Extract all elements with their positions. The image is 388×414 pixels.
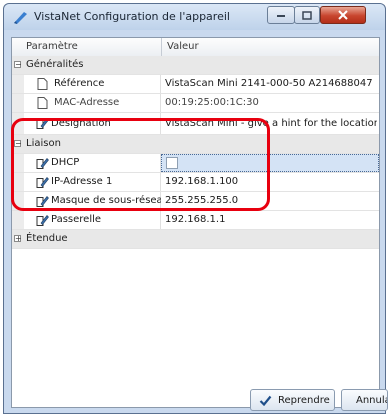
property-value[interactable]: 192.168.1.100 [165,176,377,187]
property-name: IP-Adresse 1 [51,176,113,187]
property-value[interactable]: 255.255.255.0 [165,195,377,206]
category-label: Généralités [26,59,84,70]
config-window: VistaNet Configuration de l'appareil Par… [3,3,386,414]
property-name: Masque de sous-réseau [51,195,161,206]
property-name: MAC-Adresse [54,97,120,108]
property-grid: Paramètre Valeur − Généralités Référence… [11,37,380,408]
category-link[interactable]: − Liaison [12,135,379,154]
column-header-property[interactable]: Paramètre [26,38,78,56]
property-name: DHCP [51,157,80,168]
document-icon [37,97,48,109]
property-name: Désignation [51,118,111,129]
dhcp-value-cell[interactable] [161,154,379,172]
maximize-button[interactable] [294,6,320,24]
app-icon [14,12,27,24]
category-label: Liaison [26,138,61,149]
apply-button[interactable]: Reprendre [250,389,335,411]
edit-icon [36,215,49,226]
minimize-button[interactable] [267,6,295,24]
property-value[interactable]: 192.168.1.1 [165,214,377,225]
row-dhcp[interactable]: DHCP [12,154,379,173]
apply-label: Reprendre [278,394,330,406]
row-gateway[interactable]: Passerelle 192.168.1.1 [12,211,379,230]
property-name: Passerelle [51,214,102,225]
collapse-icon[interactable]: − [14,140,22,148]
edit-icon [36,158,49,169]
row-reference[interactable]: Référence VistaScan Mini 2141-000-50 A21… [12,75,379,94]
property-value: VistaScan Mini 2141-000-50 A214688047 [165,78,373,89]
document-icon [37,78,48,90]
edit-icon [36,196,49,207]
column-divider[interactable] [161,38,162,56]
property-name: Référence [54,78,105,89]
category-label: Étendue [26,233,68,244]
category-extended[interactable]: + Étendue [12,230,379,249]
row-mac-address[interactable]: MAC-Adresse 00:19:25:00:1C:30 [12,94,379,113]
column-header-value[interactable]: Valeur [167,38,199,56]
property-value: 00:19:25:00:1C:30 [165,97,259,108]
cancel-button[interactable]: Annulation [341,389,388,411]
minimize-icon [277,15,285,17]
window-title: VistaNet Configuration de l'appareil [34,10,230,23]
close-button[interactable] [320,6,366,24]
grid-header: Paramètre Valeur [12,38,379,57]
checkmark-icon [259,395,272,406]
edit-icon [36,118,49,129]
cancel-label: Annulation [356,394,387,406]
dhcp-checkbox[interactable] [166,157,178,169]
category-general[interactable]: − Généralités [12,56,379,75]
collapse-icon[interactable]: − [14,61,22,69]
row-designation[interactable]: Désignation VistaScan Mini - give a hint… [12,113,379,135]
maximize-icon [302,10,312,20]
close-icon [338,10,348,20]
title-bar[interactable]: VistaNet Configuration de l'appareil [4,4,385,30]
row-ip-address[interactable]: IP-Adresse 1 192.168.1.100 [12,173,379,192]
row-subnet-mask[interactable]: Masque de sous-réseau 255.255.255.0 [12,192,379,211]
property-value[interactable]: VistaScan Mini - give a hint for the loc… [165,118,377,129]
expand-icon[interactable]: + [14,235,22,243]
edit-icon [36,177,49,188]
